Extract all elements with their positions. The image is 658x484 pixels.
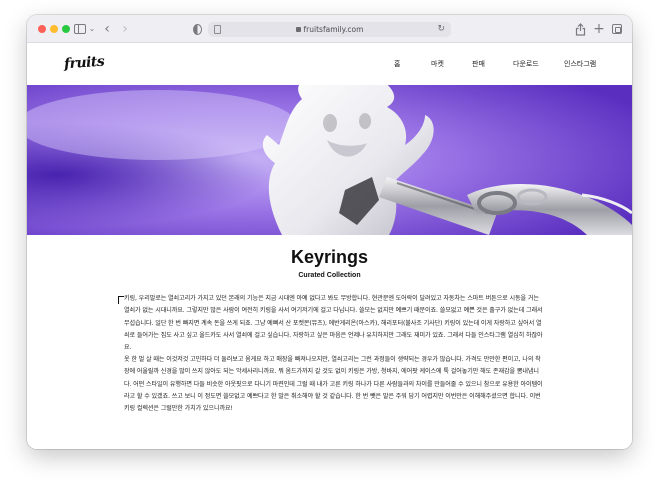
address-bar[interactable]: fruitsfamily.com ↻ [208,22,451,37]
keyring-photo [27,85,632,235]
forward-arrow-icon[interactable]: › [119,22,131,36]
privacy-shield-icon[interactable] [191,22,203,36]
browser-toolbar: ⌄ ‹ › fruitsfamily.com ↻ + [27,15,632,43]
address-text: fruitsfamily.com [208,23,451,36]
browser-window: ⌄ ‹ › fruitsfamily.com ↻ + fruits 홈 마켓 판… [27,15,632,449]
site-logo[interactable]: fruits [63,52,105,75]
article-subtitle: Curated Collection [298,272,361,279]
close-window-button[interactable] [38,25,46,33]
article-content: Keyrings Curated Collection 키링, 우리말로는 열쇠… [27,235,632,449]
zoom-window-button[interactable] [62,25,70,33]
back-arrow-icon[interactable]: ‹ [101,22,113,36]
nav-instagram-link[interactable]: 인스타그램 [564,59,596,69]
tab-overview-icon[interactable] [611,22,623,36]
share-icon[interactable] [574,22,586,36]
chevron-down-icon[interactable]: ⌄ [87,22,97,36]
lock-icon [295,27,301,32]
url-text: fruitsfamily.com [303,25,364,34]
minimize-window-button[interactable] [50,25,58,33]
sidebar-toggle-icon[interactable] [73,22,87,36]
article-title: Keyrings [290,247,369,267]
reload-icon[interactable]: ↻ [437,22,445,37]
article-paragraph-2: 옷 한 벌 살 때는 이것저것 고민하다 더 둘러보고 옴게요 하고 매장을 빠… [124,356,543,412]
nav-download-link[interactable]: 다운로드 [513,59,539,69]
new-tab-icon[interactable]: + [593,22,605,36]
article-paragraph-1: 키링, 우리말로는 열쇠고리가 가지고 있던 본래의 기능은 지금 시대엔 아예… [124,295,543,351]
hero-image [27,85,632,235]
nav-sell-link[interactable]: 판매 [472,59,485,69]
nav-market-link[interactable]: 마켓 [431,59,444,69]
nav-home-link[interactable]: 홈 [394,59,400,69]
site-header: fruits 홈 마켓 판매 다운로드 인스타그램 [27,43,632,85]
